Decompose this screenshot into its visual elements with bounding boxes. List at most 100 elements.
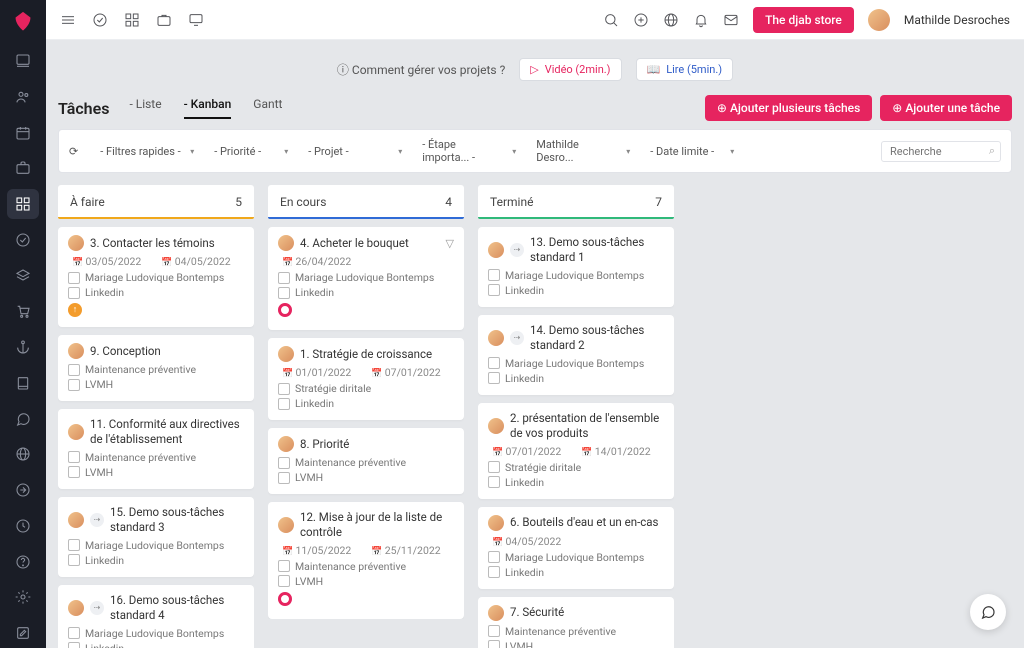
avatar[interactable] bbox=[868, 9, 890, 31]
nav-export[interactable] bbox=[7, 475, 39, 505]
card-title: 2. présentation de l'ensemble de vos pro… bbox=[510, 411, 664, 441]
card-project: Stratégie diritale bbox=[488, 461, 664, 474]
refresh-icon[interactable]: ⟳ bbox=[69, 145, 78, 158]
task-card[interactable]: ⇢16. Demo sous-tâches standard 4Mariage … bbox=[58, 585, 254, 648]
assignee-avatar bbox=[68, 424, 84, 440]
filter-bar: ⟳ - Filtres rapides -▾ - Priorité -▾ - P… bbox=[58, 129, 1012, 173]
help-video-chip[interactable]: ▷ Vidéo (2min.) bbox=[519, 58, 621, 81]
card-title: 14. Demo sous-tâches standard 2 bbox=[530, 323, 664, 353]
task-card[interactable]: 12. Mise à jour de la liste de contrôle 1… bbox=[268, 502, 464, 619]
card-project: Mariage Ludovique Bontemps bbox=[68, 627, 244, 640]
monitor-icon[interactable] bbox=[188, 12, 204, 28]
nav-globe[interactable] bbox=[7, 440, 39, 470]
task-card[interactable]: 1. Stratégie de croissance01/01/202207/0… bbox=[268, 338, 464, 420]
card-title: 1. Stratégie de croissance bbox=[300, 347, 432, 362]
assignee-avatar bbox=[488, 330, 504, 346]
add-icon[interactable] bbox=[633, 12, 649, 28]
card-project: Mariage Ludovique Bontemps bbox=[488, 269, 664, 282]
assignee-avatar bbox=[278, 235, 294, 251]
assignee-avatar bbox=[68, 600, 84, 616]
task-card[interactable]: 11. Conformité aux directives de l'établ… bbox=[58, 409, 254, 489]
card-title: 12. Mise à jour de la liste de contrôle bbox=[300, 510, 454, 540]
task-card[interactable]: ⇢ 14. Demo sous-tâches standard 2 Mariage … bbox=[478, 315, 674, 395]
nav-settings[interactable] bbox=[7, 583, 39, 613]
task-card[interactable]: 7. SécuritéMaintenance préventiveLVMH bbox=[478, 597, 674, 648]
card-company: LVMH bbox=[488, 640, 664, 648]
card-title: 3. Contacter les témoins bbox=[90, 236, 215, 251]
card-title: 6. Bouteils d'eau et un en-cas bbox=[510, 515, 658, 530]
column-done: Terminé7 ⇢13. Demo sous-tâches standard … bbox=[478, 185, 674, 648]
filter-quick[interactable]: - Filtres rapides -▾ bbox=[92, 143, 202, 160]
task-card[interactable]: 4. Acheter le bouquet▽26/04/2022Mariage … bbox=[268, 227, 464, 330]
nav-anchor[interactable] bbox=[7, 332, 39, 362]
card-project: Mariage Ludovique Bontemps bbox=[488, 357, 664, 370]
tab-kanban[interactable]: - Kanban bbox=[184, 97, 232, 119]
card-project: Mariage Ludovique Bontemps bbox=[68, 539, 244, 552]
subtask-icon: ⇢ bbox=[510, 331, 524, 345]
filter-user[interactable]: Mathilde Desro...▾ bbox=[528, 136, 638, 166]
subtask-icon: ⇢ bbox=[90, 513, 104, 527]
filter-priority[interactable]: - Priorité -▾ bbox=[206, 143, 296, 160]
help-read-chip[interactable]: 📖 Lire (5min.) bbox=[636, 58, 734, 81]
task-card[interactable]: ⇢15. Demo sous-tâches standard 3Mariage … bbox=[58, 497, 254, 577]
assignee-avatar bbox=[488, 515, 504, 531]
search-input[interactable] bbox=[881, 141, 1001, 162]
page-title: Tâches bbox=[58, 99, 109, 118]
tab-list[interactable]: - Liste bbox=[129, 97, 161, 119]
apps-icon[interactable] bbox=[124, 12, 140, 28]
assignee-avatar bbox=[278, 517, 294, 533]
card-company: LVMH bbox=[68, 466, 244, 479]
nav-book[interactable] bbox=[7, 368, 39, 398]
task-card[interactable]: 9. ConceptionMaintenance préventiveLVMH bbox=[58, 335, 254, 401]
globe-icon[interactable] bbox=[663, 12, 679, 28]
nav-help[interactable] bbox=[7, 547, 39, 577]
nav-calendar[interactable] bbox=[7, 118, 39, 148]
mail-icon[interactable] bbox=[723, 12, 739, 28]
check-circle-icon[interactable] bbox=[92, 12, 108, 28]
task-card[interactable]: 6. Bouteils d'eau et un en-cas04/05/2022… bbox=[478, 507, 674, 589]
nav-briefcase[interactable] bbox=[7, 154, 39, 184]
briefcase-icon[interactable] bbox=[156, 12, 172, 28]
menu-icon[interactable] bbox=[60, 12, 76, 28]
card-date-start: 11/05/2022 bbox=[282, 544, 351, 557]
task-card[interactable]: 3. Contacter les témoins03/05/202204/05/… bbox=[58, 227, 254, 327]
filter-project[interactable]: - Projet -▾ bbox=[300, 143, 410, 160]
nav-dashboard[interactable] bbox=[7, 46, 39, 76]
tab-gantt[interactable]: Gantt bbox=[253, 97, 282, 119]
add-one-button[interactable]: ⊕ Ajouter une tâche bbox=[880, 95, 1012, 121]
nav-people[interactable] bbox=[7, 82, 39, 112]
task-card[interactable]: 2. présentation de l'ensemble de vos pro… bbox=[478, 403, 674, 499]
nav-grid[interactable] bbox=[7, 189, 39, 219]
bell-icon[interactable] bbox=[693, 12, 709, 28]
nav-layers[interactable] bbox=[7, 261, 39, 291]
card-project: Maintenance préventive bbox=[278, 560, 454, 573]
search-icon[interactable] bbox=[603, 12, 619, 28]
filter-deadline[interactable]: - Date limite - ▾ bbox=[642, 143, 742, 160]
filter-stage[interactable]: - Étape importa... -▾ bbox=[414, 136, 524, 166]
card-project: Mariage Ludovique Bontemps bbox=[488, 551, 664, 564]
card-project: Mariage Ludovique Bontemps bbox=[68, 271, 244, 284]
card-company: Linkedin bbox=[488, 566, 664, 579]
assignee-avatar bbox=[488, 605, 504, 621]
card-company: LVMH bbox=[278, 575, 454, 588]
store-button[interactable]: The djab store bbox=[753, 7, 854, 33]
card-company: Linkedin bbox=[68, 554, 244, 567]
card-company: Linkedin bbox=[488, 284, 664, 297]
nav-cart[interactable] bbox=[7, 297, 39, 327]
card-project: Maintenance préventive bbox=[278, 456, 454, 469]
add-multiple-button[interactable]: ⊕ Ajouter plusieurs tâches bbox=[705, 95, 872, 121]
username: Mathilde Desroches bbox=[904, 13, 1010, 27]
card-project: Maintenance préventive bbox=[488, 625, 664, 638]
fab-chat[interactable] bbox=[970, 594, 1006, 630]
kanban-board: À faire5 3. Contacter les témoins03/05/2… bbox=[58, 185, 1012, 648]
card-title: 13. Demo sous-tâches standard 1 bbox=[530, 235, 664, 265]
task-card[interactable]: ⇢13. Demo sous-tâches standard 1Mariage … bbox=[478, 227, 674, 307]
nav-clock[interactable] bbox=[7, 511, 39, 541]
card-date-start: 01/01/2022 bbox=[282, 366, 351, 379]
card-title: 8. Priorité bbox=[300, 437, 349, 452]
task-card[interactable]: 8. PrioritéMaintenance préventiveLVMH bbox=[268, 428, 464, 494]
nav-edit[interactable] bbox=[7, 618, 39, 648]
column-todo: À faire5 3. Contacter les témoins03/05/2… bbox=[58, 185, 254, 648]
nav-chat[interactable] bbox=[7, 404, 39, 434]
nav-check[interactable] bbox=[7, 225, 39, 255]
